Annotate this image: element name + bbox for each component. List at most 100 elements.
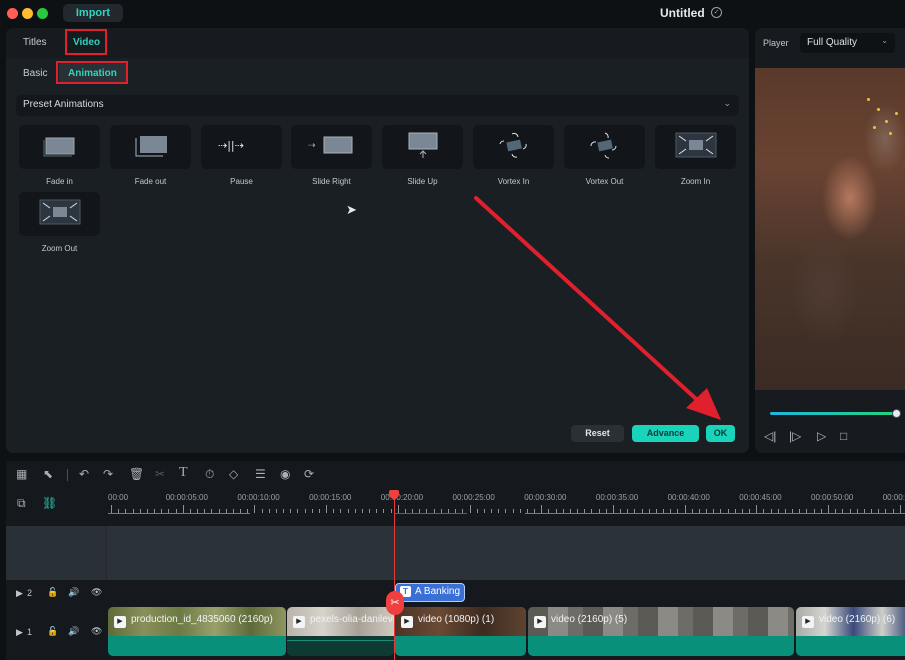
track-number: 1 xyxy=(27,627,33,637)
playhead-line[interactable] xyxy=(394,494,395,660)
minimize-window-button[interactable] xyxy=(22,8,33,19)
ruler-tick xyxy=(376,509,378,513)
ruler-tick xyxy=(519,509,521,513)
ruler-tick xyxy=(182,505,184,513)
clip-label: production_id_4835060 (2160p) xyxy=(131,614,273,625)
split-scissors-icon[interactable]: ✂ xyxy=(386,591,404,615)
play-icon: ▶ xyxy=(534,616,546,628)
audio-stretch-icon[interactable]: ◉ xyxy=(280,467,290,481)
clip-label: video (2160p) (6) xyxy=(819,614,896,625)
ruler-tick xyxy=(369,509,371,513)
ruler-tick xyxy=(111,505,112,513)
eye-icon[interactable]: 👁 xyxy=(91,587,102,598)
ruler-tick xyxy=(290,509,292,513)
annotation-arrow-shaft xyxy=(474,196,708,410)
layout-icon[interactable]: ▦ xyxy=(16,467,27,481)
ruler-tick xyxy=(340,509,342,513)
ruler-tick xyxy=(505,509,507,513)
playback-progress-knob[interactable] xyxy=(892,409,901,418)
delete-icon[interactable]: 🗑 xyxy=(129,467,144,481)
text-icon[interactable]: T xyxy=(179,465,188,481)
ruler-tick xyxy=(297,509,299,513)
zoom-window-button[interactable] xyxy=(37,8,48,19)
ruler-time-label: 00:00:45:00 xyxy=(739,493,782,502)
video-track-icon: ▶ xyxy=(16,588,23,598)
ruler-tick xyxy=(541,505,543,513)
ruler-time-label: 00:00:55:00 xyxy=(882,493,905,502)
video-clip[interactable]: ▶ pexels-olia-danilevich xyxy=(287,607,394,656)
link-icon[interactable]: ⛓ xyxy=(42,496,57,510)
animation-panel: Titles Video Basic Animation Preset Anim… xyxy=(6,28,749,453)
video-track-icon: ▶ xyxy=(16,627,23,637)
play-icon: ▶ xyxy=(293,616,305,628)
cut-icon[interactable]: ✂ xyxy=(155,467,165,481)
prev-frame-icon[interactable]: ◁| xyxy=(764,429,776,443)
close-window-button[interactable] xyxy=(7,8,18,19)
title-clip-label: A Banking xyxy=(415,586,461,597)
ruler-tick xyxy=(347,509,349,513)
play-icon: ▶ xyxy=(802,616,814,628)
ruler-tick xyxy=(483,509,485,513)
ruler-tick xyxy=(383,509,385,513)
volume-icon[interactable]: 🔊 xyxy=(68,626,79,637)
speech-to-text-icon[interactable]: ⟳ xyxy=(304,467,314,481)
play-icon: ▶ xyxy=(114,616,126,628)
saved-check-icon: ✓ xyxy=(711,7,722,18)
ruler-tick xyxy=(756,505,758,513)
ruler-tick xyxy=(684,505,686,513)
eye-icon[interactable]: 👁 xyxy=(91,626,102,637)
lock-icon[interactable]: 🔓 xyxy=(47,626,58,637)
volume-icon[interactable]: 🔊 xyxy=(68,587,79,598)
ruler-tick xyxy=(612,505,614,513)
timeline-toolbar: ▦ ⬉ ↶ ↷ 🗑 ✂ T ⏱ ◇ ☰ ◉ ⟳ xyxy=(6,461,905,489)
title-bar: Import Untitled ✓ xyxy=(0,0,905,26)
video-clip[interactable]: ▶ production_id_4835060 (2160p) xyxy=(108,607,286,656)
play-icon[interactable]: ▷ xyxy=(817,429,826,443)
timeline: ▦ ⬉ ↶ ↷ 🗑 ✂ T ⏱ ◇ ☰ ◉ ⟳ ⧉ ⛓ 00:00 00:00:0… xyxy=(6,461,905,660)
ruler-tick xyxy=(512,509,514,513)
ruler-time-label: 00:00:15:00 xyxy=(309,493,352,502)
redo-icon[interactable]: ↷ xyxy=(103,467,113,481)
ruler-tick xyxy=(899,505,901,513)
track-1-header: ▶ 1 🔓 🔊 👁 xyxy=(6,621,107,643)
app-window: Import Untitled ✓ Titles Video Basic Ani… xyxy=(0,0,905,660)
ruler-tick xyxy=(491,509,492,513)
toolbar-divider xyxy=(67,469,68,481)
clip-label: pexels-olia-danilevich xyxy=(310,614,394,625)
ruler-tick xyxy=(498,509,500,513)
ok-button[interactable]: OK xyxy=(706,425,735,442)
timer-icon[interactable]: ⏱ xyxy=(205,467,214,482)
video-clip[interactable]: ▶ video (1080p) (1) xyxy=(395,607,526,656)
next-frame-icon[interactable]: |▷ xyxy=(789,429,801,443)
stop-icon[interactable]: □ xyxy=(840,429,847,443)
video-preview xyxy=(755,68,905,390)
player-panel: Player Full Quality ⌄ ◁| |▷ ▷ □ xyxy=(755,28,905,453)
ruler-tick xyxy=(390,509,392,513)
clip-label: video (1080p) (1) xyxy=(418,614,495,625)
video-clip[interactable]: ▶ video (2160p) (6) xyxy=(796,607,905,656)
ruler-tick xyxy=(469,505,471,513)
playback-progress-track[interactable] xyxy=(770,412,897,415)
adjust-icon[interactable]: ☰ xyxy=(255,467,266,481)
title-clip[interactable]: TA Banking xyxy=(395,583,465,602)
lock-icon[interactable]: 🔓 xyxy=(47,587,58,598)
select-tool-icon[interactable]: ⬉ xyxy=(43,467,53,481)
add-track-icon[interactable]: ⧉ xyxy=(17,496,26,511)
track-2-header: ▶ 2 🔓 🔊 👁 xyxy=(6,582,107,604)
ruler-tick xyxy=(304,509,306,513)
video-clip[interactable]: ▶ video (2160p) (5) xyxy=(528,607,794,656)
reset-button[interactable]: Reset xyxy=(571,425,624,442)
import-button[interactable]: Import xyxy=(63,4,123,22)
ruler-tick xyxy=(275,509,277,513)
keyframe-icon[interactable]: ◇ xyxy=(229,467,238,481)
ruler-tick xyxy=(283,509,285,513)
timeline-ruler[interactable]: 00:00 00:00:05:00 00:00:10:00 00:00:15:00 00… xyxy=(108,491,905,515)
ruler-time-label: 00:00:05:00 xyxy=(165,493,208,502)
ruler-tick xyxy=(311,509,313,513)
undo-icon[interactable]: ↶ xyxy=(79,467,89,481)
advance-button[interactable]: Advance xyxy=(632,425,699,442)
document-title: Untitled xyxy=(660,6,705,20)
ruler-time-label: 00:00:50:00 xyxy=(811,493,854,502)
chevron-down-icon: ⌄ xyxy=(881,36,888,45)
quality-dropdown[interactable]: Full Quality ⌄ xyxy=(800,33,895,53)
